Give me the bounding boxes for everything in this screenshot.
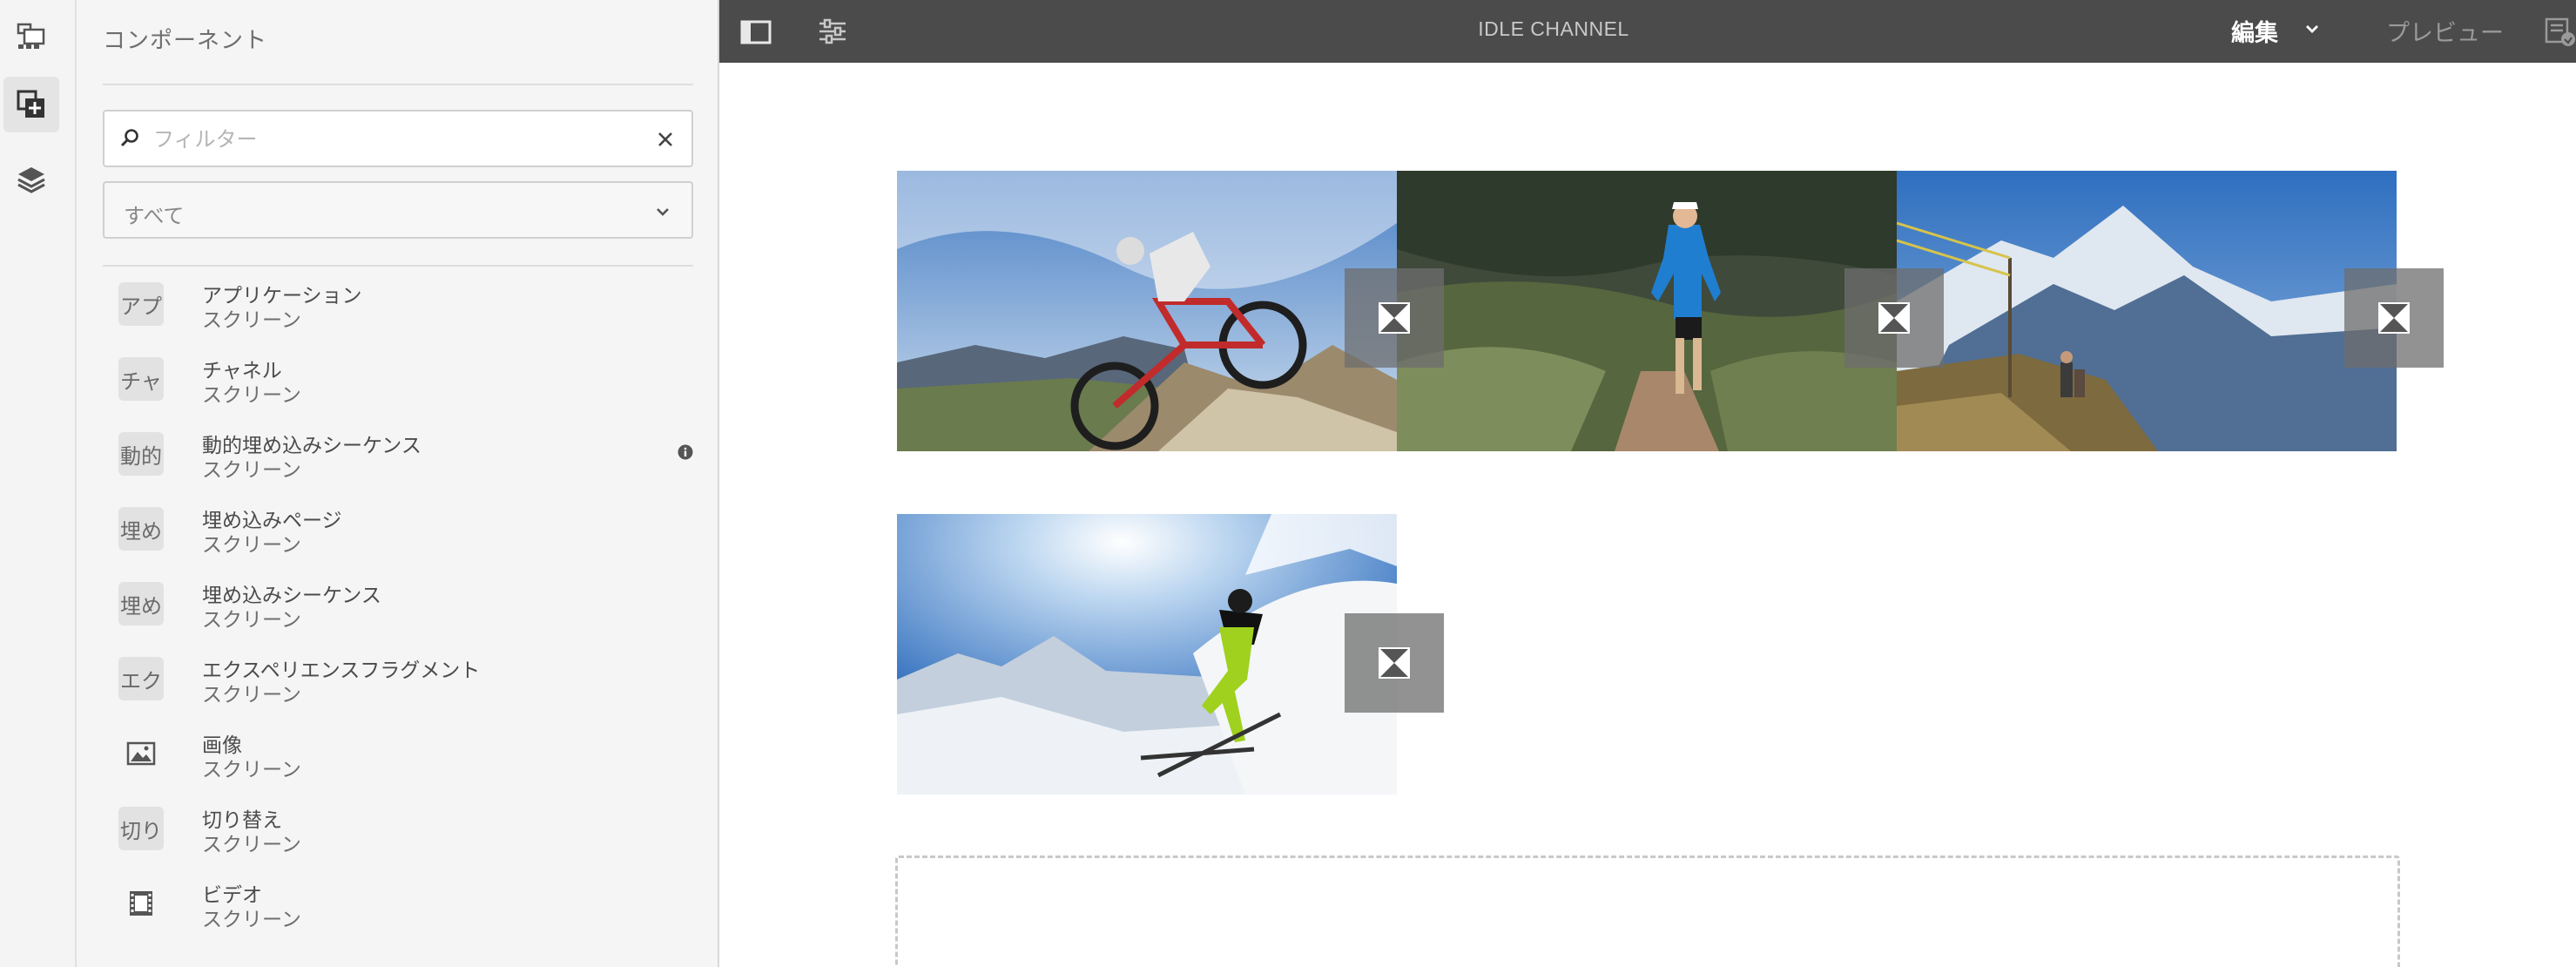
component-item-channel[interactable]: チャ チャネル スクリーン — [103, 347, 693, 422]
component-group: スクリーン — [202, 309, 301, 332]
video-icon — [118, 882, 164, 925]
component-badge: 埋め — [118, 582, 164, 626]
divider — [103, 265, 693, 267]
trail-runner-photo — [1397, 171, 1897, 451]
divider — [103, 84, 693, 85]
search-icon — [120, 129, 138, 147]
component-item-embedded-page[interactable]: 埋め 埋め込みページ スクリーン — [103, 497, 693, 571]
image-handle[interactable] — [1345, 613, 1444, 713]
top-toolbar: IDLE CHANNEL 編集 プレビュー — [719, 0, 2576, 63]
component-badge: アプ — [118, 282, 164, 326]
component-list: アプ アプリケーション スクリーン チャ チャネル スクリーン 動的 動的埋め込… — [103, 272, 693, 946]
component-badge: 切り — [118, 807, 164, 850]
page-canvas — [719, 63, 2576, 967]
component-badge: エク — [118, 657, 164, 700]
component-badge: 動的 — [118, 432, 164, 476]
component-item-application[interactable]: アプ アプリケーション スクリーン — [103, 272, 693, 347]
component-badge: 埋め — [118, 507, 164, 551]
chevron-down-icon — [657, 208, 669, 216]
component-group: スクリーン — [202, 759, 301, 781]
mountain-bike-photo — [897, 171, 1397, 451]
page-title-text: IDLE CHANNEL — [1478, 17, 1629, 40]
group-select[interactable]: すべて — [103, 181, 693, 239]
close-icon[interactable] — [655, 129, 676, 150]
component-item-video[interactable]: ビデオ スクリーン — [103, 871, 693, 946]
info-icon[interactable] — [678, 444, 693, 460]
component-badge: チャ — [118, 357, 164, 401]
image-handle[interactable] — [1345, 268, 1444, 368]
image-handle[interactable] — [2344, 268, 2444, 368]
component-group: スクリーン — [202, 909, 301, 931]
mountain-hikers-photo — [1897, 171, 2397, 451]
filter-input[interactable] — [153, 120, 641, 159]
panel-title: コンポーネント — [103, 28, 268, 54]
mode-select-button[interactable]: 編集 — [2231, 14, 2278, 48]
sequence-icon[interactable] — [3, 9, 59, 64]
preview-button[interactable]: プレビュー — [2386, 14, 2504, 48]
chevron-down-icon[interactable] — [2303, 19, 2322, 38]
component-group: スクリーン — [202, 834, 301, 856]
component-group: スクリーン — [202, 534, 301, 557]
image-placeholder-icon — [1379, 302, 1410, 334]
image-handle[interactable] — [1844, 268, 1944, 368]
component-group: スクリーン — [202, 684, 301, 707]
component-group: スクリーン — [202, 609, 301, 632]
image-component-trail-runner[interactable] — [1397, 171, 1897, 451]
skier-photo — [897, 514, 1397, 795]
component-item-image[interactable]: 画像 スクリーン — [103, 721, 693, 796]
component-dropzone[interactable] — [895, 855, 2400, 967]
image-component-skier[interactable] — [897, 514, 1397, 795]
component-item-embedded-sequence[interactable]: 埋め 埋め込みシーケンス スクリーン — [103, 571, 693, 646]
component-item-switch[interactable]: 切り 切り替え スクリーン — [103, 796, 693, 871]
side-rail — [0, 0, 77, 967]
image-component-mountain-hikers[interactable] — [1897, 171, 2397, 451]
components-panel: コンポーネント すべて アプ アプリケーション スクリーン チャ チャネル スク… — [77, 0, 719, 967]
group-select-value: すべて — [124, 204, 185, 228]
page-title: IDLE CHANNEL — [719, 17, 2576, 41]
image-placeholder-icon — [1878, 302, 1910, 334]
image-icon — [118, 732, 164, 775]
component-group: スクリーン — [202, 384, 301, 407]
image-placeholder-icon — [2378, 302, 2410, 334]
component-item-dynamic-embedded-sequence[interactable]: 動的 動的埋め込みシーケンス スクリーン — [103, 422, 693, 497]
page-info-icon[interactable] — [2543, 14, 2576, 49]
image-component-mountain-bike[interactable] — [897, 171, 1397, 451]
filter-field[interactable] — [103, 110, 693, 167]
component-item-experience-fragment[interactable]: エク エクスペリエンスフラグメント スクリーン — [103, 646, 693, 721]
layers-icon[interactable] — [3, 152, 59, 207]
add-component-icon[interactable] — [3, 77, 59, 132]
component-group: スクリーン — [202, 459, 301, 482]
image-placeholder-icon — [1379, 647, 1410, 679]
